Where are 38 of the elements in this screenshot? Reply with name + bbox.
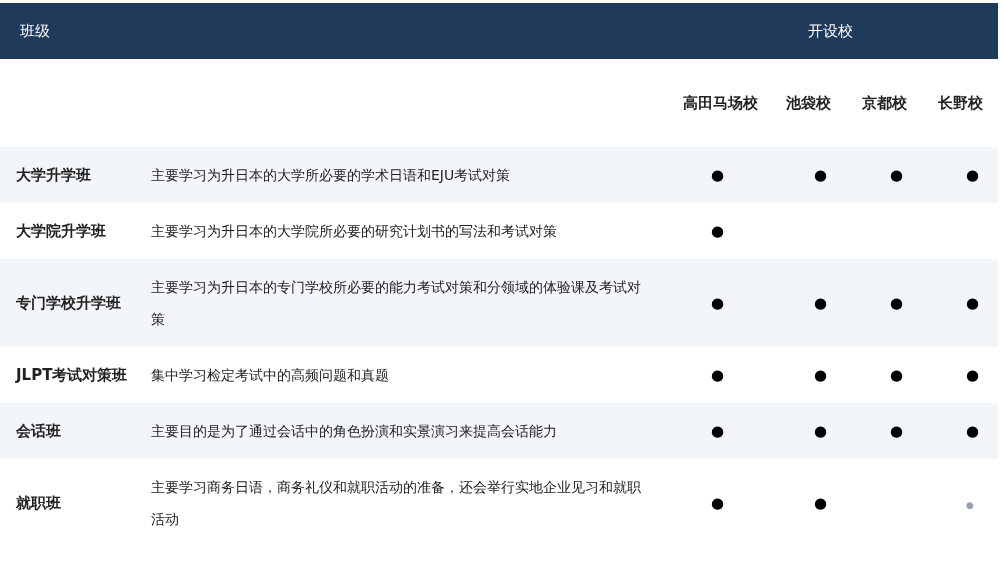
availability-mark: ● [711, 166, 725, 184]
availability-mark: ● [711, 494, 725, 512]
availability-mark: ● [890, 422, 904, 440]
availability-mark: ● [966, 500, 974, 510]
availability-mark: ● [814, 494, 828, 512]
class-name: JLPT考试对策班 [16, 365, 129, 386]
class-description: 集中学习检定考试中的高频问题和真题 [151, 366, 390, 385]
class-description: 主要学习商务日语，商务礼仪和就职活动的准备，还会举行实地企业见习和就职活动 [151, 478, 642, 529]
class-description: 主要学习为升日本的大学院所必要的研究计划书的写法和考试对策 [151, 222, 558, 241]
column-header: 班级 [20, 22, 50, 40]
availability-mark: ● [814, 422, 828, 440]
school-header: 池袋校 [786, 93, 832, 114]
availability-mark: ● [890, 366, 904, 384]
availability-mark: ● [966, 366, 980, 384]
class-name: 专门学校升学班 [16, 293, 122, 314]
school-header: 京都校 [862, 93, 908, 114]
school-header: 长野校 [938, 93, 984, 114]
availability-mark: ● [711, 422, 725, 440]
availability-mark: ● [711, 222, 725, 240]
class-name: 大学院升学班 [16, 221, 107, 242]
availability-mark: ● [966, 422, 980, 440]
class-description: 主要目的是为了通过会话中的角色扮演和实景演习来提高会话能力 [151, 422, 558, 441]
class-name: 就职班 [16, 493, 62, 514]
class-description: 主要学习为升日本的专门学校所必要的能力考试对策和分领域的体验课及考试对策 [151, 278, 642, 329]
availability-mark: ● [890, 166, 904, 184]
class-description: 主要学习为升日本的大学所必要的学术日语和EJU考试对策 [151, 166, 512, 185]
availability-mark: ● [711, 366, 725, 384]
class-name: 会话班 [16, 421, 62, 442]
availability-mark: ● [711, 294, 725, 312]
column-header: 开设校 [808, 22, 853, 40]
availability-mark: ● [966, 294, 980, 312]
availability-mark: ● [814, 294, 828, 312]
availability-mark: ● [814, 366, 828, 384]
class-name: 大学升学班 [16, 165, 92, 186]
school-header: 高田马场校 [683, 93, 759, 114]
availability-mark: ● [966, 166, 980, 184]
availability-mark: ● [814, 166, 828, 184]
availability-mark: ● [890, 294, 904, 312]
